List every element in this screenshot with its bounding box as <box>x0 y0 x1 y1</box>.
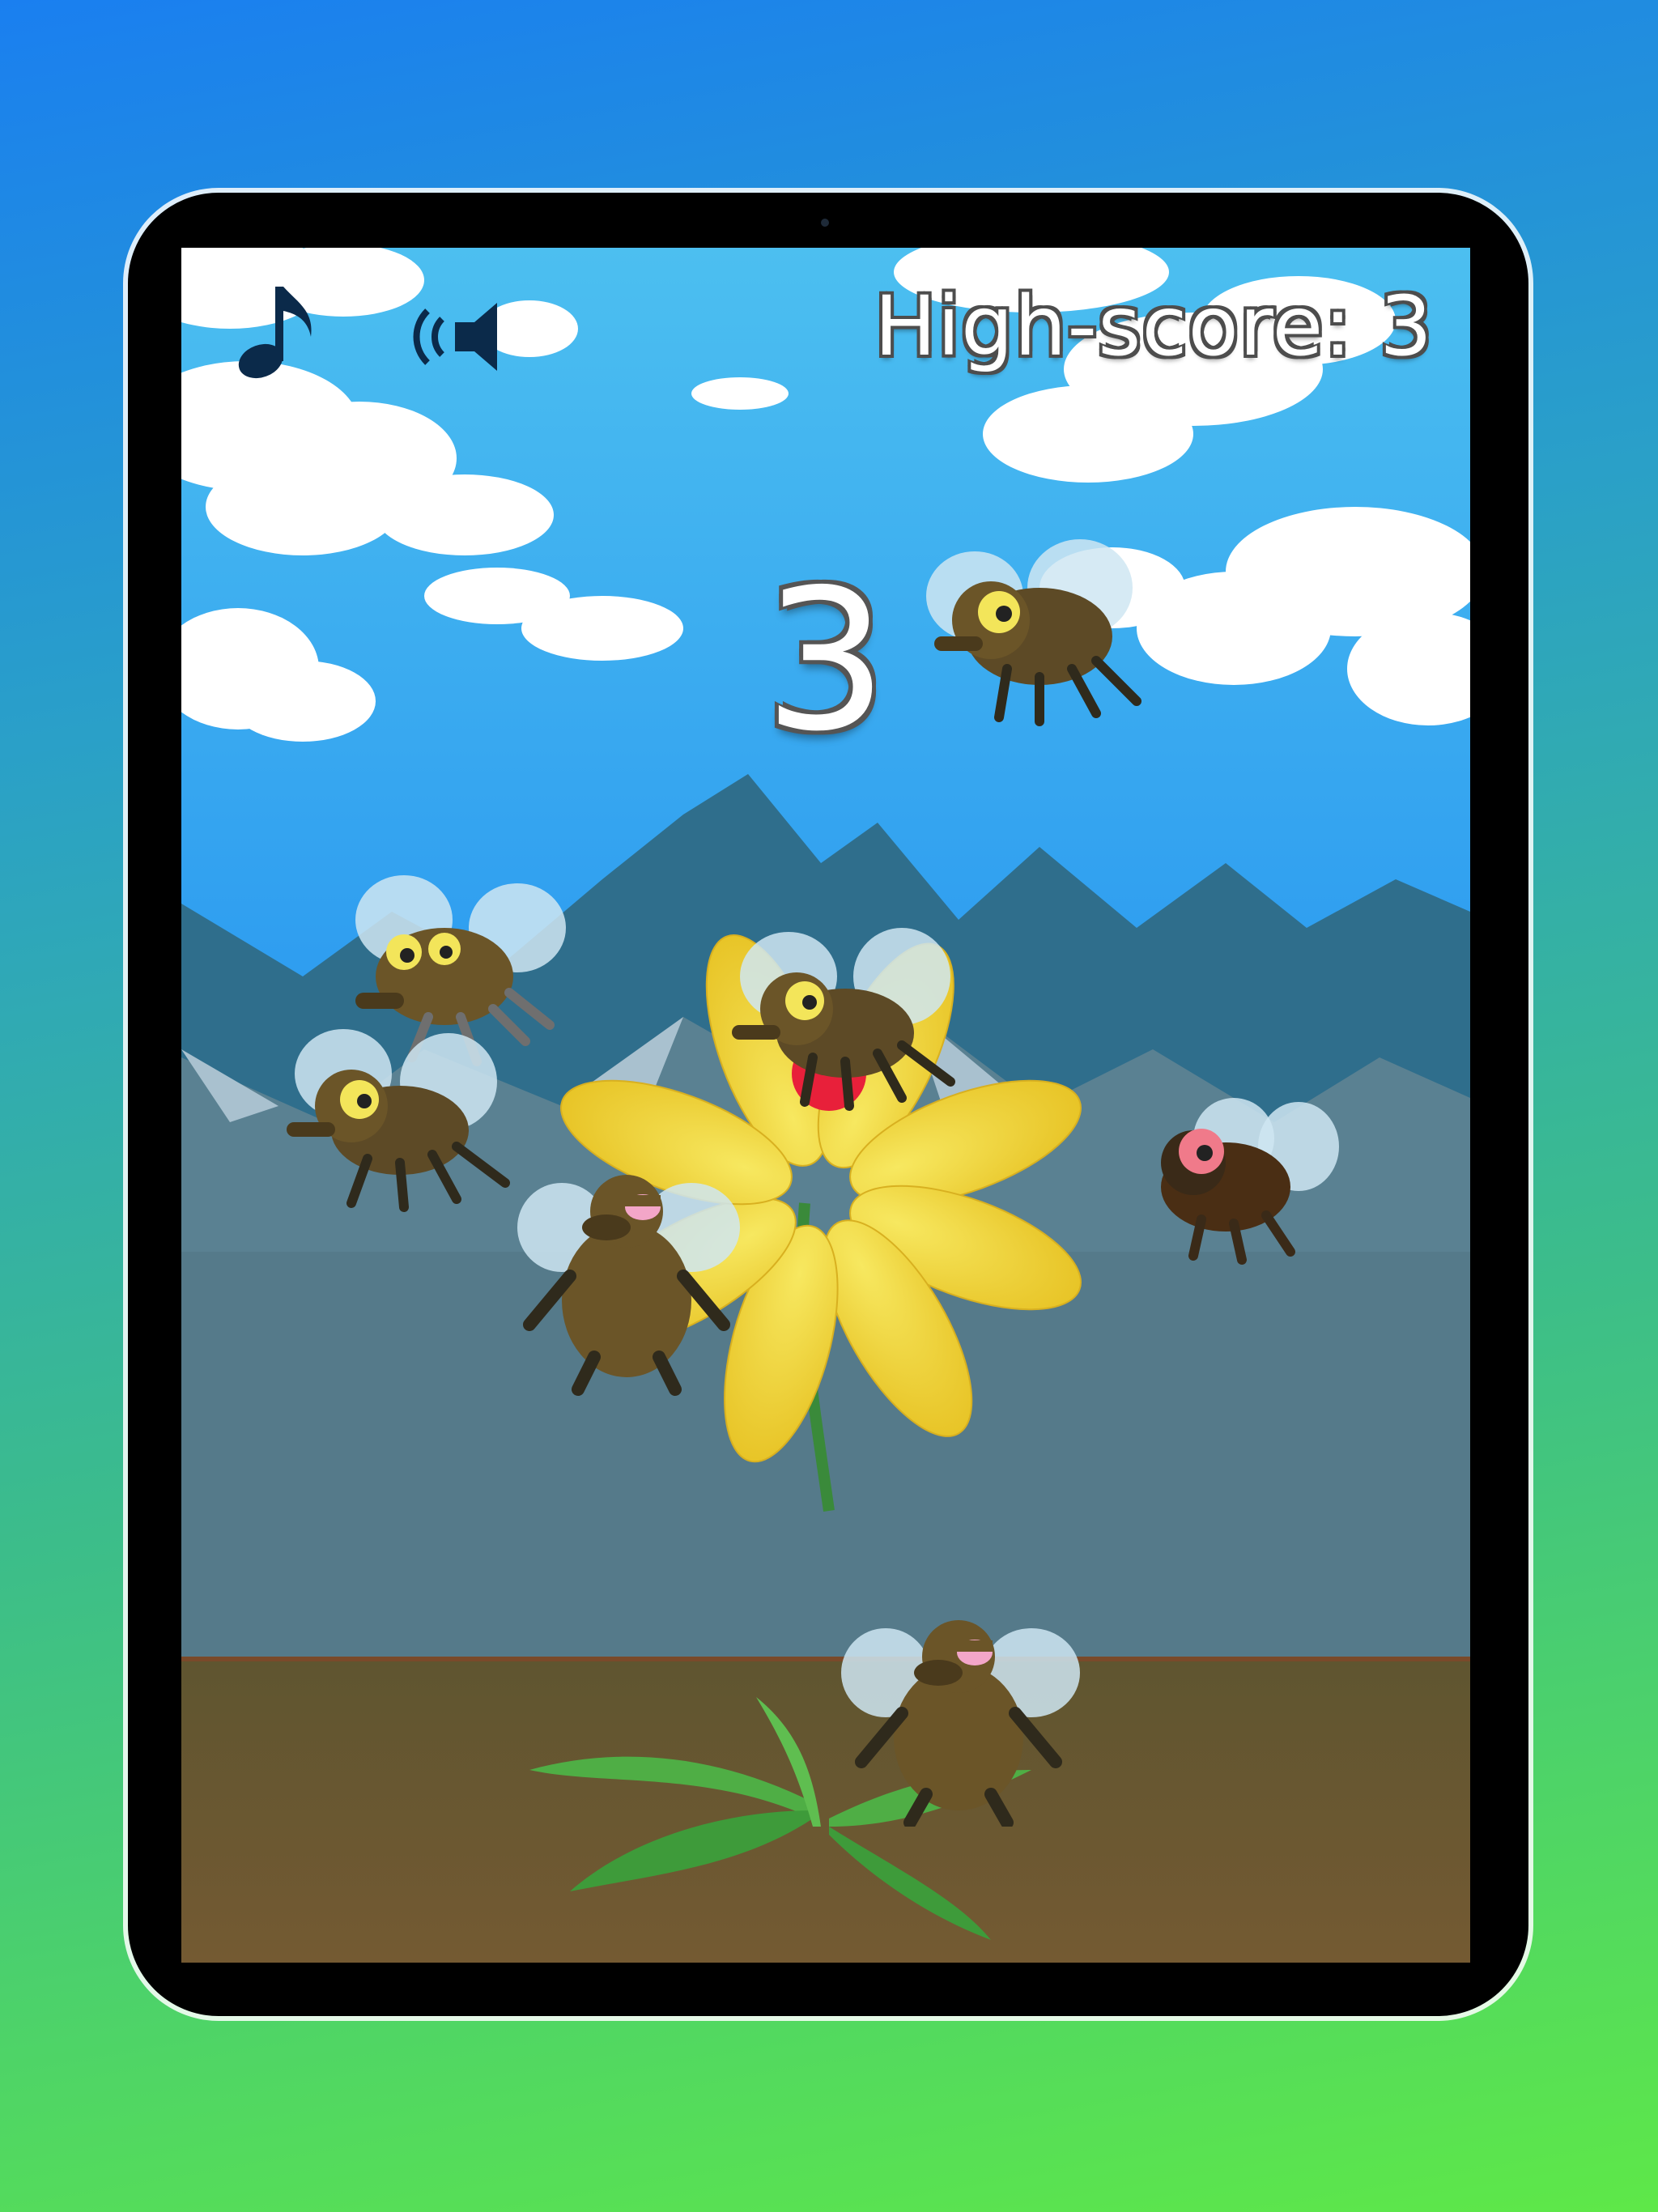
fly-yellow-eyed[interactable] <box>708 920 975 1114</box>
fly-sleepy[interactable] <box>829 1608 1096 1827</box>
fly-sleepy[interactable] <box>505 1163 764 1397</box>
fly-red-eyed[interactable] <box>1120 1090 1339 1268</box>
camera-dot <box>821 219 829 227</box>
game-screen[interactable]: High-score: 3 3 <box>181 248 1470 1963</box>
high-score-label: High-score: 3 <box>874 279 1433 375</box>
music-note-icon[interactable] <box>233 279 322 384</box>
fly-yellow-eyed[interactable] <box>262 1025 529 1219</box>
speaker-icon[interactable] <box>410 296 515 377</box>
fly-yellow-eyed[interactable] <box>886 539 1177 734</box>
current-score: 3 <box>763 547 888 774</box>
